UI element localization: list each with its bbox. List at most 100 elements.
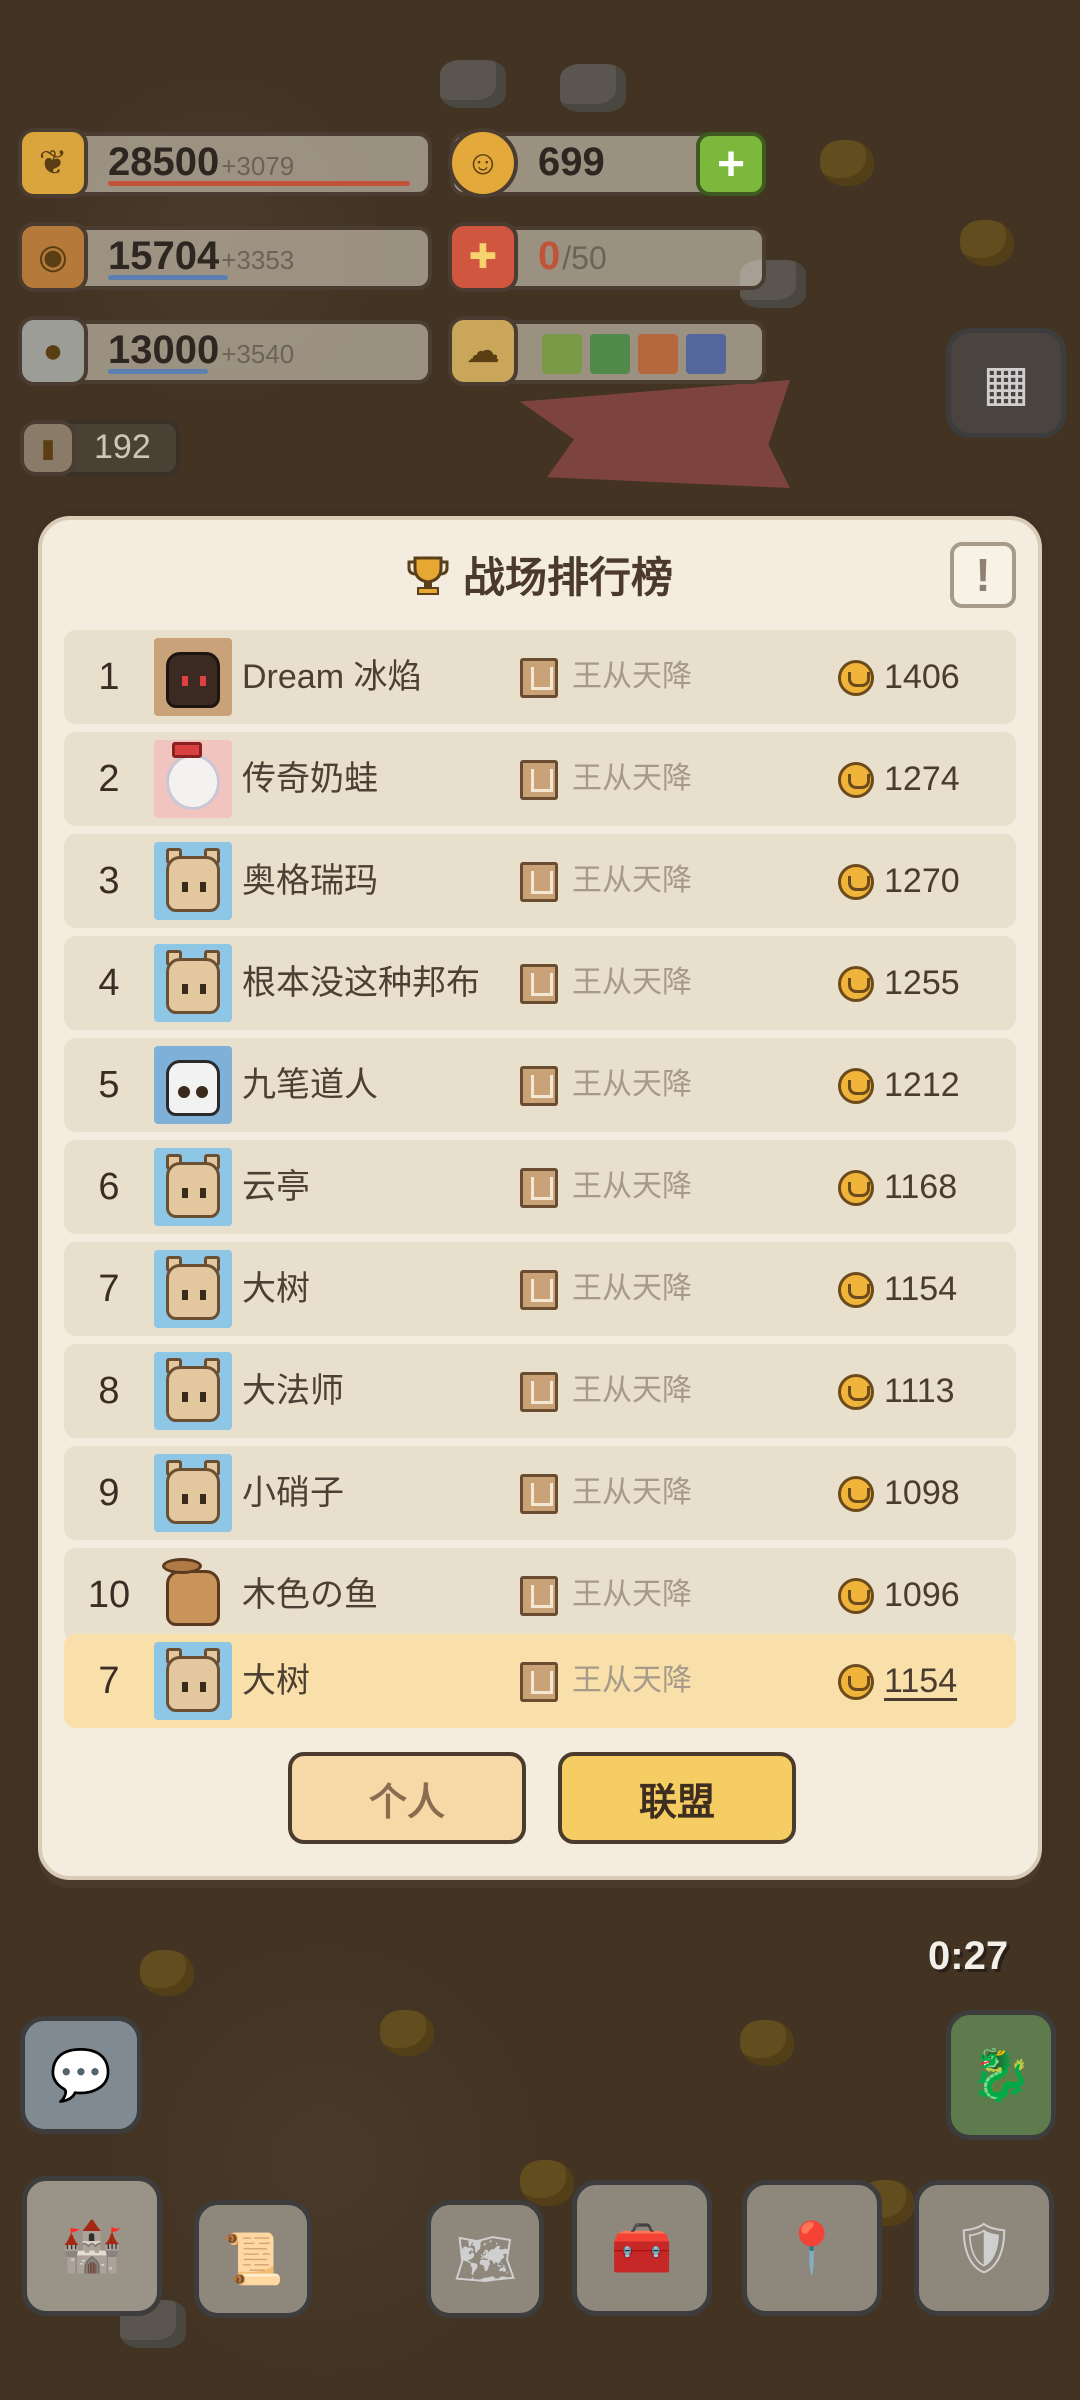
score-coin-icon: [838, 1374, 874, 1410]
title-badge-icon: [520, 1576, 558, 1616]
chat-button[interactable]: 💬: [20, 2016, 142, 2134]
player-title: 王从天降: [572, 1170, 692, 1203]
title-badge-icon: [520, 862, 558, 902]
avatar: [154, 1046, 232, 1124]
score-coin-icon: [838, 762, 874, 798]
player-score: 1098: [884, 1474, 960, 1512]
player-title: 王从天降: [572, 1578, 692, 1611]
avatar: [154, 1556, 232, 1634]
avatar: [154, 1352, 232, 1430]
gift-icon: ✚: [448, 222, 518, 292]
rank-number: 7: [98, 1660, 120, 1702]
coin-icon: ☺: [448, 128, 518, 198]
rank-number: 8: [98, 1370, 120, 1412]
leaderboard-row[interactable]: 6 云亭 王从天降 1168: [64, 1140, 1016, 1234]
score-coin-icon: [838, 1272, 874, 1308]
player-name: 小硝子: [242, 1474, 344, 1512]
chat-icon: 💬: [49, 2046, 113, 2103]
rank-number: 7: [98, 1268, 120, 1310]
wood-increment: +3353: [221, 245, 295, 275]
score-coin-icon: [838, 1068, 874, 1104]
season-slot: [590, 334, 630, 374]
player-name: 九笔道人: [242, 1066, 378, 1104]
wood-value: 15704: [108, 234, 220, 278]
avatar: [154, 944, 232, 1022]
player-score: 1113: [884, 1372, 955, 1410]
stone-bar: [108, 369, 208, 374]
title-badge-icon: [520, 1270, 558, 1310]
avatar: [154, 1148, 232, 1226]
tab-personal[interactable]: 个人: [288, 1752, 526, 1844]
leaderboard-list[interactable]: 1 Dream 冰焰 王从天降 1406 2 传奇奶蛙 王从天降 1274 3 …: [64, 630, 1016, 1648]
tab-alliance[interactable]: 联盟: [558, 1752, 796, 1844]
leaderboard-row[interactable]: 2 传奇奶蛙 王从天降 1274: [64, 732, 1016, 826]
title-badge-icon: [520, 1066, 558, 1106]
log-icon: ◉: [18, 222, 88, 292]
book-icon: ▮: [20, 420, 76, 476]
player-score: 1255: [884, 964, 960, 1002]
stone-icon: ●: [18, 316, 88, 386]
player-title: 王从天降: [572, 660, 692, 693]
player-name: 奥格瑞玛: [242, 862, 378, 900]
leaderboard-row[interactable]: 3 奥格瑞玛 王从天降 1270: [64, 834, 1016, 928]
map-button[interactable]: 🗺: [426, 2200, 544, 2318]
rank-number: 2: [98, 758, 120, 800]
castle-icon: 🏰: [60, 2217, 124, 2274]
player-name: 大树: [242, 1270, 310, 1308]
grain-icon: ❦: [18, 128, 88, 198]
gift-max: /50: [562, 240, 607, 276]
leaderboard-row[interactable]: 10 木色の鱼 王从天降 1096: [64, 1548, 1016, 1642]
scroll-button[interactable]: 📜: [194, 2200, 312, 2318]
menu-grid-button[interactable]: ▦: [946, 328, 1066, 438]
score-coin-icon: [838, 1578, 874, 1614]
player-score: 1406: [884, 658, 960, 696]
chest-button[interactable]: 🧰: [572, 2180, 712, 2316]
rank-number: 3: [98, 860, 120, 902]
player-score: 1154: [884, 1662, 958, 1700]
knight-button[interactable]: 🛡: [914, 2180, 1054, 2316]
title-badge-icon: [520, 1168, 558, 1208]
player-title: 王从天降: [572, 1272, 692, 1305]
info-button[interactable]: !: [950, 542, 1016, 608]
leaderboard-row[interactable]: 1 Dream 冰焰 王从天降 1406: [64, 630, 1016, 724]
trophy-icon: [407, 556, 449, 595]
add-gold-button[interactable]: +: [696, 132, 766, 196]
player-name: 大法师: [242, 1372, 344, 1410]
player-title: 王从天降: [572, 762, 692, 795]
avatar: [154, 638, 232, 716]
rank-number: 1: [98, 656, 120, 698]
avatar: [154, 740, 232, 818]
title-badge-icon: [520, 1474, 558, 1514]
castle-button[interactable]: 🏰: [22, 2176, 162, 2316]
season-slot: [686, 334, 726, 374]
leaderboard-modal: 战场排行榜 ! 1 Dream 冰焰 王从天降 1406 2 传奇奶蛙 王从天降: [38, 516, 1042, 1880]
player-score: 1274: [884, 760, 960, 798]
quest-icon: 📍: [780, 2219, 844, 2276]
score-coin-icon: [838, 1476, 874, 1512]
player-name: Dream 冰焰: [242, 658, 422, 696]
season-slot: [542, 334, 582, 374]
score-coin-icon: [838, 966, 874, 1002]
player-title: 王从天降: [572, 864, 692, 897]
countdown-timer: 0:27: [928, 1934, 1009, 1978]
player-score: 1154: [884, 1270, 958, 1308]
dragon-button[interactable]: 🐉: [946, 2010, 1056, 2140]
knight-icon: 🛡: [952, 2219, 1016, 2276]
leaderboard-row[interactable]: 9 小硝子 王从天降 1098: [64, 1446, 1016, 1540]
rank-number: 5: [98, 1064, 120, 1106]
leaderboard-row[interactable]: 7 大树 王从天降 1154: [64, 1242, 1016, 1336]
weather-icon: ☁: [448, 316, 518, 386]
avatar: [154, 1642, 232, 1720]
player-name: 传奇奶蛙: [242, 760, 378, 798]
player-name: 云亭: [242, 1168, 310, 1206]
avatar: [154, 842, 232, 920]
quest-button[interactable]: 📍: [742, 2180, 882, 2316]
leaderboard-row[interactable]: 8 大法师 王从天降 1113: [64, 1344, 1016, 1438]
map-icon: 🗺: [453, 2230, 517, 2287]
title-badge-icon: [520, 1372, 558, 1412]
score-coin-icon: [838, 1664, 874, 1700]
food-bar: [108, 181, 410, 186]
leaderboard-row[interactable]: 4 根本没这种邦布 王从天降 1255: [64, 936, 1016, 1030]
my-rank-row[interactable]: 7 大树 王从天降 1154: [64, 1634, 1016, 1728]
leaderboard-row[interactable]: 5 九笔道人 王从天降 1212: [64, 1038, 1016, 1132]
